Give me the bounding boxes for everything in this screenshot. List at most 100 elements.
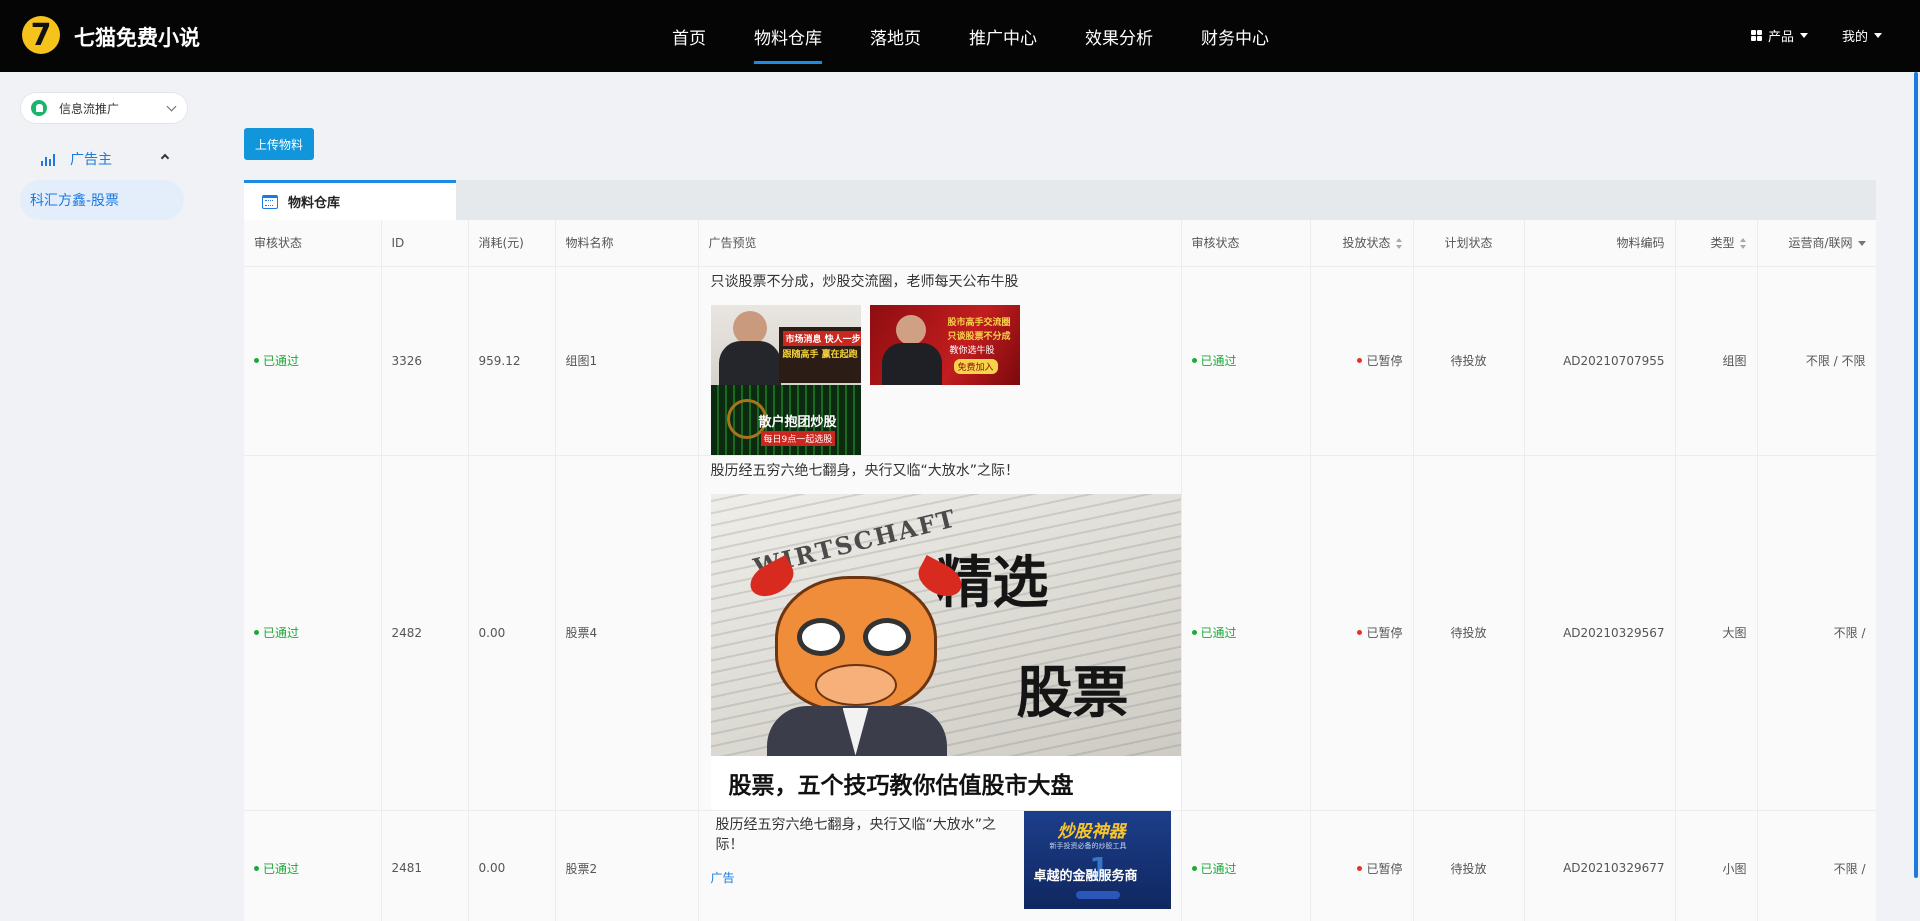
tab-material-warehouse[interactable]: 物料仓库	[244, 180, 456, 220]
ad-image-text: 免费加入	[953, 358, 998, 374]
chevron-down-icon	[166, 101, 177, 112]
main-nav: 首页 物料仓库 落地页 推广中心 效果分析 财务中心	[660, 0, 1305, 72]
ad-image-text: 股票	[1016, 659, 1129, 726]
scrollbar-thumb[interactable]	[1914, 72, 1918, 878]
table-row: 已通过 3326 959.12 组图1 只谈股票不分成，炒股交流圈，老师每天公布…	[244, 266, 1876, 456]
review-status-2-cell: 已通过	[1181, 266, 1311, 456]
product-menu[interactable]: 产品	[1750, 26, 1808, 45]
nav-performance-analysis[interactable]: 效果分析	[1073, 0, 1165, 72]
sidebar-group-advertiser[interactable]: 广告主	[40, 149, 170, 169]
header-type[interactable]: 类型	[1675, 220, 1758, 267]
delivery-status-text: 已暂停	[1366, 626, 1403, 640]
plan-status-cell: 待投放	[1413, 810, 1525, 921]
filter-icon[interactable]	[1857, 241, 1866, 247]
header-delivery-status-label: 投放状态	[1342, 236, 1391, 251]
review-status-2-cell: 已通过	[1181, 810, 1311, 921]
review-status-cell: 已通过	[244, 810, 382, 921]
caret-down-icon	[1799, 33, 1808, 38]
calendar-icon	[262, 194, 278, 209]
type-cell: 小图	[1675, 810, 1758, 921]
status-dot-icon	[254, 630, 259, 635]
ad-image-group-2[interactable]: 股市高手交流圈 只谈股票不分成 教你选牛股 免费加入	[869, 304, 1020, 385]
android-icon	[31, 100, 47, 116]
ad-image-text: 市场消息 快人一步	[782, 330, 861, 346]
ad-preview-title: 股历经五穷六绝七翻身，央行又临“大放水”之际！	[710, 462, 1020, 479]
header-type-label: 类型	[1710, 236, 1735, 251]
cost-cell: 0.00	[468, 810, 556, 921]
header-network-label: 运营商/联网	[1788, 236, 1853, 251]
id-cell: 2481	[381, 810, 469, 921]
delivery-status-cell: 已暂停	[1310, 810, 1414, 921]
plan-status-cell: 待投放	[1413, 455, 1525, 811]
review-status-cell: 已通过	[244, 455, 382, 811]
material-code-cell: AD20210329677	[1524, 810, 1676, 921]
status-dot-icon	[254, 358, 259, 363]
bar-chart-icon	[40, 152, 56, 166]
page-scrollbar[interactable]	[1906, 72, 1920, 921]
nav-finance-center[interactable]: 财务中心	[1189, 0, 1281, 72]
plan-status-cell: 待投放	[1413, 266, 1525, 456]
delivery-status-cell: 已暂停	[1310, 266, 1414, 456]
nav-landing-page[interactable]: 落地页	[858, 0, 933, 72]
review-status-text: 已通过	[1200, 626, 1237, 640]
review-status-text: 已通过	[263, 626, 300, 640]
ad-image-caption: 股票，五个技巧教你估值股市大盘	[728, 771, 1074, 799]
bull-snout	[814, 663, 897, 706]
materials-table: 审核状态 ID 消耗(元) 物料名称 广告预览 审核状态 投放状态 计划状态 物…	[244, 220, 1876, 921]
delivery-status-text: 已暂停	[1366, 861, 1403, 876]
review-status-text: 已通过	[263, 861, 300, 876]
sidebar-item-advertiser-account[interactable]: 科汇方鑫-股票	[20, 180, 184, 220]
material-name-cell: 股票2	[555, 810, 699, 921]
ad-preview-cell: 只谈股票不分成，炒股交流圈，老师每天公布牛股 市场消息 快人一步 跟随高手 赢在…	[698, 266, 1182, 456]
ad-preview-title: 股历经五穷六绝七翻身，央行又临“大放水”之际！	[715, 816, 997, 853]
network-cell: 不限 /	[1757, 810, 1876, 921]
ad-image-text: 散户抱团炒股	[758, 414, 837, 430]
table-header-row: 审核状态 ID 消耗(元) 物料名称 广告预览 审核状态 投放状态 计划状态 物…	[244, 220, 1876, 267]
ad-preview-cell: 股历经五穷六绝七翻身，央行又临“大放水”之际！ 广告 炒股神器 新手投资必备的炒…	[698, 810, 1182, 921]
network-cell: 不限 / 不限	[1757, 266, 1876, 456]
review-status-cell: 已通过	[244, 266, 382, 456]
header-network[interactable]: 运营商/联网	[1757, 220, 1876, 267]
sort-icon[interactable]	[1739, 238, 1747, 250]
material-code-cell: AD20210707955	[1524, 266, 1676, 456]
upload-material-button[interactable]: 上传物料	[244, 128, 314, 160]
ad-image-text: 新手投资必备的炒股工具	[1049, 841, 1127, 850]
ad-image-group-1[interactable]: 市场消息 快人一步 跟随高手 赢在起跑 散户抱团炒股 每日9点一起选股	[710, 304, 861, 455]
material-name-cell: 组图1	[555, 266, 699, 456]
brand-name[interactable]: 七猫免费小说	[74, 22, 200, 52]
chevron-up-icon	[160, 153, 170, 163]
review-status-2-cell: 已通过	[1181, 455, 1311, 811]
mine-menu[interactable]: 我的	[1842, 26, 1882, 45]
header-review-status-2: 审核状态	[1181, 220, 1311, 267]
bull-glasses-right	[862, 617, 911, 656]
ad-image-slogan: 卓越的金融服务商	[1033, 868, 1138, 884]
ad-preview-cell: 股历经五穷六绝七翻身，央行又临“大放水”之际！ WIRTSCHAFT 精选 股票	[698, 455, 1182, 811]
ad-image-text: 每日9点一起选股	[760, 430, 836, 446]
ad-preview-title: 只谈股票不分成，炒股交流圈，老师每天公布牛股	[710, 273, 1019, 290]
network-cell: 不限 /	[1757, 455, 1876, 811]
person-suit	[881, 342, 942, 385]
review-status-text: 已通过	[1200, 354, 1237, 368]
nav-home[interactable]: 首页	[660, 0, 718, 72]
status-dot-icon	[1357, 358, 1363, 363]
promotion-type-select[interactable]: 信息流推广	[20, 92, 188, 124]
id-cell: 3326	[381, 266, 469, 456]
sort-icon[interactable]	[1395, 238, 1403, 250]
nav-promotion-center[interactable]: 推广中心	[957, 0, 1049, 72]
status-dot-icon	[1191, 630, 1197, 635]
top-navbar: 7 七猫免费小说 首页 物料仓库 落地页 推广中心 效果分析 财务中心 产品 我…	[0, 0, 1920, 72]
person-figure	[732, 310, 767, 345]
nav-material-warehouse[interactable]: 物料仓库	[742, 0, 834, 72]
ad-image-logo-text: 炒股神器	[1057, 821, 1126, 842]
apps-grid-icon	[1750, 30, 1762, 41]
header-id: ID	[381, 220, 469, 267]
header-plan-status: 计划状态	[1413, 220, 1525, 267]
type-cell: 大图	[1675, 455, 1758, 811]
ad-image-large[interactable]: WIRTSCHAFT 精选 股票 股票，五个技巧教你估值股市大盘	[710, 493, 1181, 810]
ad-image-small[interactable]: 炒股神器 新手投资必备的炒股工具 1 卓越的金融服务商	[1023, 810, 1171, 909]
app-logo-icon[interactable]: 7	[22, 16, 60, 54]
delivery-status-text: 已暂停	[1366, 354, 1403, 368]
tab-bar: 物料仓库	[244, 180, 1876, 220]
header-delivery-status[interactable]: 投放状态	[1310, 220, 1414, 267]
tab-label: 物料仓库	[288, 196, 341, 211]
